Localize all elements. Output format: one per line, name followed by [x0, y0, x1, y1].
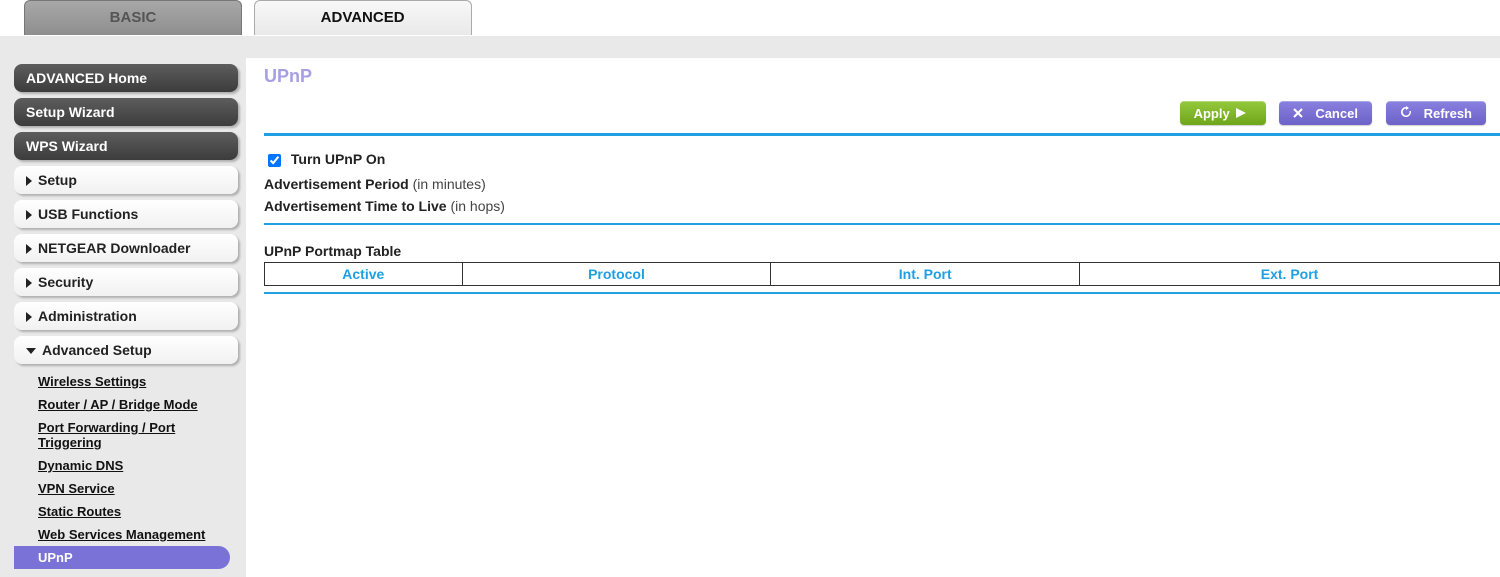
- sidebar-item-web-services-management[interactable]: Web Services Management: [14, 523, 238, 546]
- portmap-table: Active Protocol Int. Port Ext. Port: [264, 262, 1500, 286]
- sidebar-item-dynamic-dns[interactable]: Dynamic DNS: [14, 454, 238, 477]
- tab-basic[interactable]: BASIC: [24, 0, 242, 35]
- close-icon: [1293, 106, 1309, 121]
- header-stripe: [0, 36, 1500, 58]
- col-active: Active: [265, 263, 463, 286]
- refresh-label: Refresh: [1424, 106, 1472, 121]
- caret-right-icon: [26, 176, 32, 186]
- play-icon: [1236, 106, 1252, 121]
- col-ext-port: Ext. Port: [1080, 263, 1500, 286]
- sidebar-wps-wizard[interactable]: WPS Wizard: [14, 132, 238, 160]
- main-panel: UPnP Apply Cancel: [246, 58, 1500, 564]
- caret-down-icon: [26, 348, 36, 354]
- caret-right-icon: [26, 210, 32, 220]
- sidebar-administration[interactable]: Administration: [14, 302, 238, 330]
- sidebar-item-static-routes[interactable]: Static Routes: [14, 500, 238, 523]
- sidebar-security[interactable]: Security: [14, 268, 238, 296]
- turn-upnp-on-checkbox[interactable]: [268, 154, 281, 167]
- sidebar-setup-wizard[interactable]: Setup Wizard: [14, 98, 238, 126]
- sidebar-item-upnp[interactable]: UPnP: [14, 546, 230, 569]
- apply-button[interactable]: Apply: [1180, 101, 1266, 125]
- sidebar-usb[interactable]: USB Functions: [14, 200, 238, 228]
- table-header-row: Active Protocol Int. Port Ext. Port: [265, 263, 1500, 286]
- refresh-button[interactable]: Refresh: [1386, 101, 1486, 125]
- caret-right-icon: [26, 312, 32, 322]
- ttl-label: Advertisement Time to Live: [264, 198, 447, 214]
- sidebar-advanced-setup[interactable]: Advanced Setup: [14, 336, 238, 364]
- sidebar-item-router-mode[interactable]: Router / AP / Bridge Mode: [14, 393, 238, 416]
- sidebar-downloader[interactable]: NETGEAR Downloader: [14, 234, 238, 262]
- action-toolbar: Apply Cancel Refresh: [246, 91, 1500, 133]
- sidebar-item-port-forwarding[interactable]: Port Forwarding / Port Triggering: [14, 416, 238, 454]
- col-int-port: Int. Port: [771, 263, 1080, 286]
- sidebar-item-wireless-settings[interactable]: Wireless Settings: [14, 370, 238, 393]
- adv-period-label: Advertisement Period: [264, 176, 409, 192]
- turn-upnp-on-label: Turn UPnP On: [291, 151, 385, 167]
- caret-right-icon: [26, 278, 32, 288]
- apply-label: Apply: [1194, 106, 1230, 121]
- sidebar-advanced-home[interactable]: ADVANCED Home: [14, 64, 238, 92]
- cancel-button[interactable]: Cancel: [1279, 101, 1372, 125]
- divider: [264, 292, 1500, 294]
- tab-advanced[interactable]: ADVANCED: [254, 0, 472, 35]
- portmap-table-title: UPnP Portmap Table: [264, 229, 1500, 262]
- sidebar-setup[interactable]: Setup: [14, 166, 238, 194]
- col-protocol: Protocol: [462, 263, 771, 286]
- sidebar-item-vpn-service[interactable]: VPN Service: [14, 477, 238, 500]
- sidebar: ADVANCED Home Setup Wizard WPS Wizard Se…: [0, 58, 246, 577]
- refresh-icon: [1400, 106, 1418, 121]
- caret-right-icon: [26, 244, 32, 254]
- cancel-label: Cancel: [1315, 106, 1358, 121]
- page-title: UPnP: [246, 64, 1500, 91]
